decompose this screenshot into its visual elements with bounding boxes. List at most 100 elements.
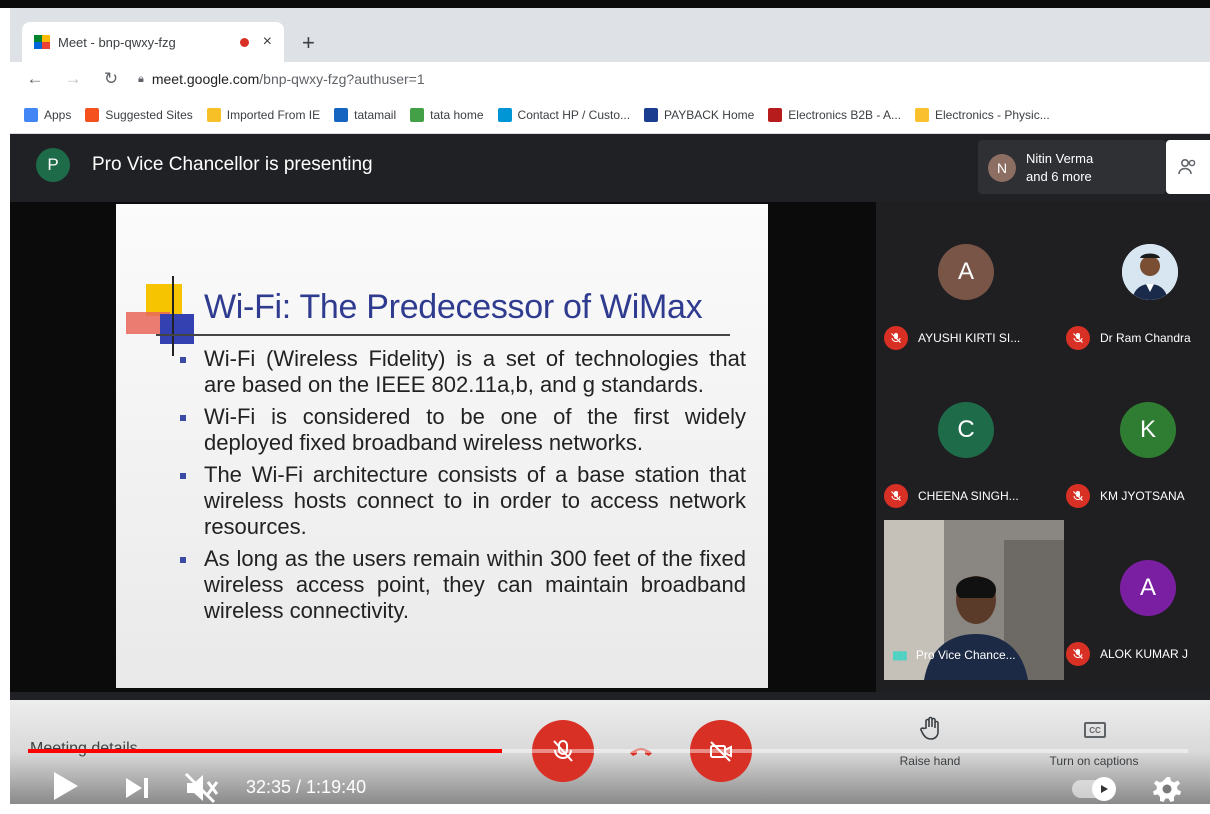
- presentation-stage: Wi-Fi: The Predecessor of WiMax Wi-Fi (W…: [10, 202, 876, 692]
- bookmark-label: tata home: [430, 107, 484, 122]
- bookmark-item[interactable]: Electronics - Physic...: [915, 107, 1050, 122]
- participant-tile[interactable]: Dr Ram Chandra: [1058, 202, 1210, 362]
- top-black-bar: [0, 0, 1210, 8]
- bookmark-label: tatamail: [354, 107, 397, 122]
- autoplay-toggle[interactable]: [1072, 777, 1116, 801]
- raise-hand-icon[interactable]: [920, 716, 942, 745]
- participant-tile[interactable]: C CHEENA SINGH...: [876, 360, 1056, 520]
- video-progress-played: [28, 749, 503, 753]
- participants-summary: Nitin Verma and 6 more: [1026, 150, 1093, 186]
- participant-label: Dr Ram Chandra: [1066, 326, 1191, 350]
- mic-off-icon: [884, 484, 908, 508]
- video-progress-bar[interactable]: [28, 749, 1188, 753]
- bookmark-label: Contact HP / Custo...: [517, 107, 631, 122]
- participant-tile[interactable]: A AYUSHI KIRTI SI...: [876, 202, 1056, 362]
- bookmark-favicon-icon: [410, 107, 425, 122]
- participant-label: CHEENA SINGH...: [884, 484, 1019, 508]
- tab-title: Meet - bnp-qwxy-fzg: [58, 34, 176, 50]
- apps-grid-icon: [24, 107, 38, 122]
- bookmarks-bar: Apps Suggested Sites Imported From IE tatam…: [10, 96, 1210, 134]
- slide-decoration-vline: [172, 276, 174, 356]
- hang-up-button[interactable]: [628, 744, 654, 762]
- autoplay-play-icon: [1092, 777, 1116, 801]
- participant-tile[interactable]: K KM JYOTSANA: [1058, 360, 1210, 520]
- bookmark-item[interactable]: tatamail: [334, 107, 397, 122]
- reload-icon[interactable]: ↻: [98, 69, 124, 89]
- slide-bullet: Wi-Fi (Wireless Fidelity) is a set of te…: [180, 346, 746, 398]
- bookmark-item[interactable]: tata home: [410, 107, 484, 122]
- address-bar: ← → ↻ 🔒︎ meet.google.com /bnp-qwxy-fzg?a…: [10, 62, 1210, 96]
- participant-more: and 6 more: [1026, 169, 1092, 184]
- participant-name: CHEENA SINGH...: [918, 489, 1019, 503]
- participant-label: KM JYOTSANA: [1066, 484, 1185, 508]
- shared-slide: Wi-Fi: The Predecessor of WiMax Wi-Fi (W…: [116, 204, 768, 688]
- bookmark-favicon-icon: [644, 107, 659, 122]
- bookmark-favicon-icon: [915, 107, 930, 122]
- participant-name: KM JYOTSANA: [1100, 489, 1185, 503]
- raise-hand-label[interactable]: Raise hand: [890, 754, 970, 768]
- slide-bullet: The Wi-Fi architecture consists of a bas…: [180, 462, 746, 540]
- bookmark-item[interactable]: Electronics B2B - A...: [768, 107, 901, 122]
- participant-avatar: A: [938, 244, 994, 300]
- mic-off-icon: [1066, 326, 1090, 350]
- participant-name: Nitin Verma: [1026, 151, 1094, 166]
- recording-dot-icon: [239, 37, 249, 47]
- bookmark-favicon-icon: [85, 107, 100, 122]
- participant-label: AYUSHI KIRTI SI...: [884, 326, 1020, 350]
- participants-chip[interactable]: N Nitin Verma and 6 more: [978, 140, 1166, 194]
- participant-label: ALOK KUMAR J: [1066, 642, 1188, 666]
- back-icon[interactable]: ←: [22, 69, 48, 89]
- participant-avatar: C: [938, 402, 994, 458]
- slide-bullet: As long as the users remain within 300 f…: [180, 546, 746, 624]
- participant-avatar: N: [988, 154, 1016, 182]
- bookmark-label: Suggested Sites: [105, 107, 193, 122]
- slide-bullet: Wi-Fi is considered to be one of the fir…: [180, 404, 746, 456]
- participant-avatar: A: [1120, 560, 1176, 616]
- bookmark-item[interactable]: Apps: [24, 107, 72, 122]
- meet-window: P Pro Vice Chancellor is presenting N Ni…: [10, 134, 1210, 700]
- browser-tab[interactable]: Meet - bnp-qwxy-fzg ×: [22, 22, 284, 62]
- bookmark-item[interactable]: PAYBACK Home: [644, 107, 755, 122]
- speaking-indicator-icon: ▮▮▮: [892, 648, 908, 662]
- captions-icon[interactable]: CC: [1084, 722, 1106, 738]
- url-host: meet.google.com: [151, 71, 260, 87]
- bookmark-item[interactable]: Contact HP / Custo...: [497, 107, 631, 122]
- meet-favicon-icon: [34, 35, 50, 49]
- tab-strip: Meet - bnp-qwxy-fzg × +: [10, 8, 1210, 62]
- people-icon[interactable]: [1166, 140, 1210, 194]
- captions-label[interactable]: Turn on captions: [1034, 754, 1154, 768]
- url-path: /bnp-qwxy-fzg?authuser=1: [259, 71, 425, 87]
- mic-off-icon: [1066, 484, 1090, 508]
- tab-close-button[interactable]: ×: [263, 33, 272, 51]
- new-tab-button[interactable]: +: [302, 30, 315, 56]
- url-field[interactable]: 🔒︎ meet.google.com /bnp-qwxy-fzg?authuse…: [138, 71, 425, 87]
- meet-header: P Pro Vice Chancellor is presenting N Ni…: [10, 134, 1210, 202]
- participant-label: ▮▮▮ Pro Vice Chance...: [892, 648, 1016, 662]
- lock-icon: 🔒︎: [138, 72, 144, 85]
- bookmark-favicon-icon: [206, 107, 221, 122]
- participant-name: Pro Vice Chance...: [915, 648, 1016, 662]
- participant-name: ALOK KUMAR J: [1100, 647, 1189, 661]
- bookmark-item[interactable]: Imported From IE: [206, 107, 321, 122]
- bookmark-label: Electronics - Physic...: [935, 107, 1050, 122]
- presenting-status: Pro Vice Chancellor is presenting: [92, 154, 373, 175]
- bookmark-favicon-icon: [497, 107, 512, 122]
- bookmark-favicon-icon: [334, 107, 349, 122]
- video-time: 32:35 / 1:19:40: [246, 777, 367, 797]
- bottom-edge: [0, 804, 1210, 814]
- slide-bullets: Wi-Fi (Wireless Fidelity) is a set of te…: [180, 346, 746, 630]
- presenter-avatar: P: [36, 148, 70, 182]
- forward-icon[interactable]: →: [60, 69, 86, 89]
- participant-tile[interactable]: A ALOK KUMAR J: [1058, 518, 1210, 678]
- bookmark-favicon-icon: [768, 107, 783, 122]
- bookmark-label: PAYBACK Home: [664, 107, 755, 122]
- bookmark-label: Imported From IE: [226, 107, 321, 122]
- bookmark-label: Apps: [44, 107, 72, 122]
- slide-decoration-blue: [160, 314, 194, 344]
- participant-name: Dr Ram Chandra: [1100, 331, 1191, 345]
- bookmark-item[interactable]: Suggested Sites: [85, 107, 193, 122]
- next-icon[interactable]: [124, 776, 152, 805]
- play-icon[interactable]: [52, 770, 80, 807]
- mic-off-icon: [1066, 642, 1090, 666]
- presenter-video-tile[interactable]: ▮▮▮ Pro Vice Chance...: [884, 520, 1064, 680]
